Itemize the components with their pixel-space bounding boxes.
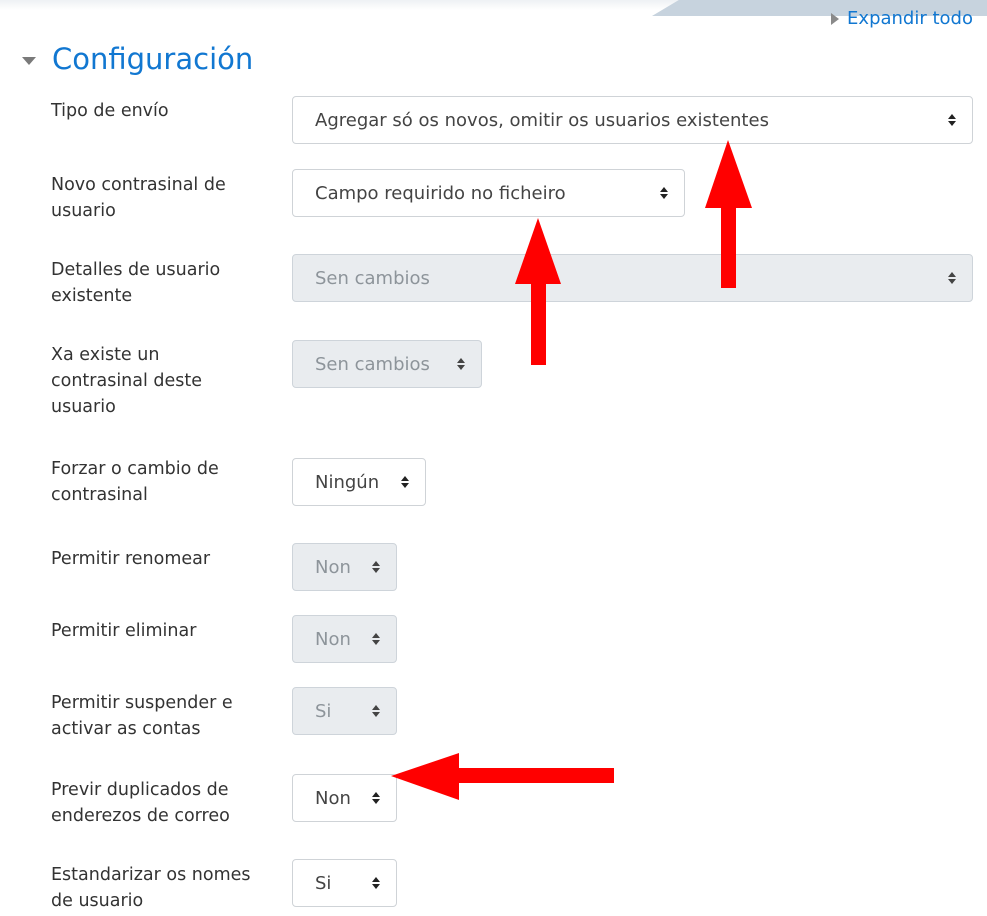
red-arrow-up-2-head [515,218,561,284]
red-arrow-up-2-shaft [531,275,546,365]
red-arrow-left-head [391,753,459,800]
red-arrow-up-1-shaft [721,198,736,288]
annotation-arrows [391,140,752,800]
red-arrow-up-1-head [705,140,752,208]
red-arrow-left-shaft [450,768,614,783]
red-arrow-group [391,140,752,800]
